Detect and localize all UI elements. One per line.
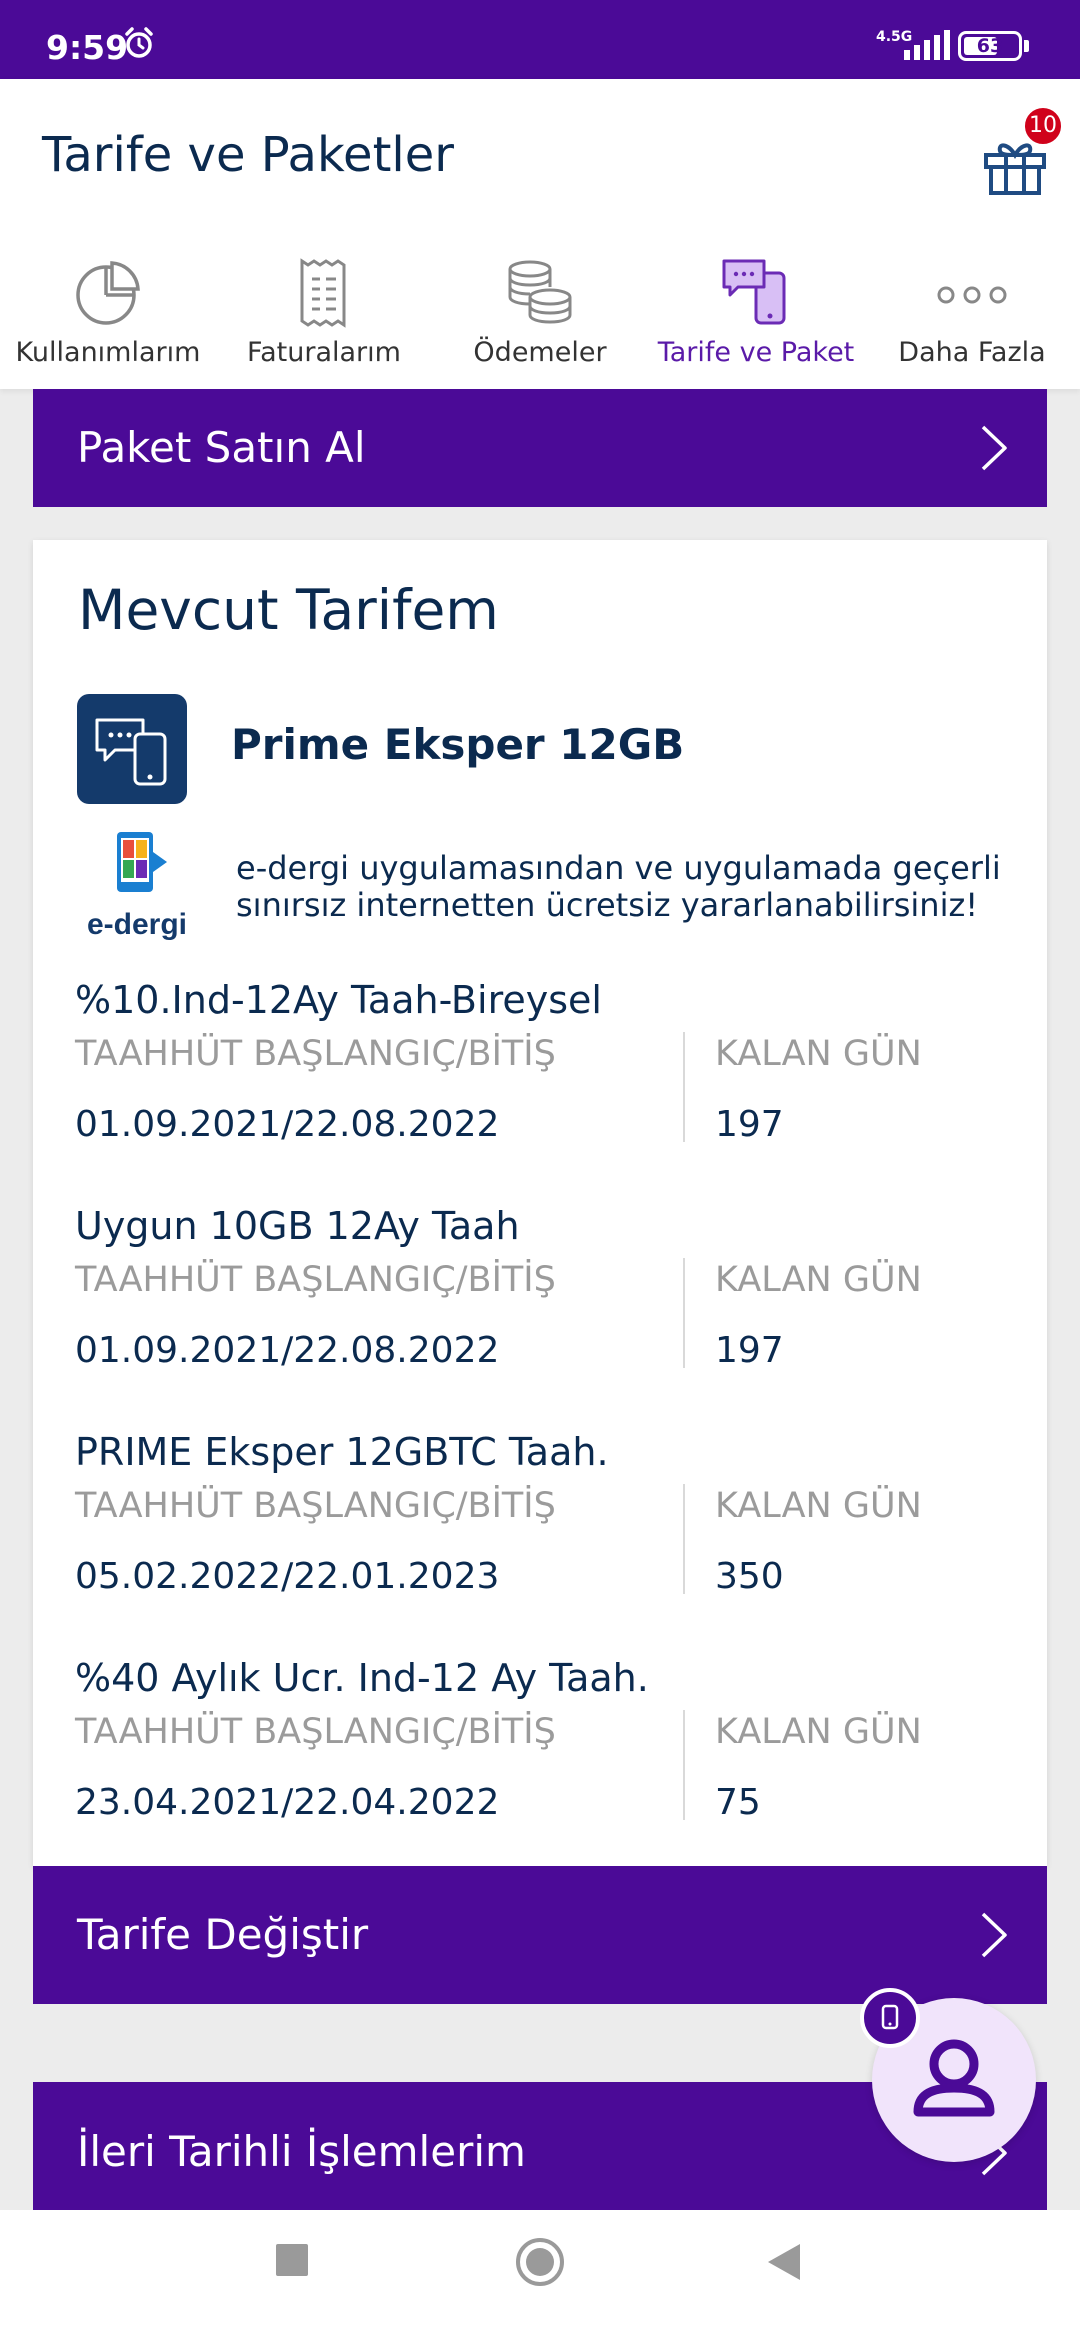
commitment-dates: 01.09.2021/22.08.2022 <box>75 1104 500 1145</box>
commitment-dates: 23.04.2021/22.04.2022 <box>75 1782 500 1823</box>
tab-odemeler[interactable]: Ödemeler <box>432 255 648 385</box>
divider <box>683 1484 685 1594</box>
commitment-dates: 05.02.2022/22.01.2023 <box>75 1556 500 1597</box>
status-time: 9:59 <box>46 28 129 67</box>
remaining-days: 197 <box>715 1330 784 1371</box>
alarm-icon <box>122 26 156 64</box>
card-title: Mevcut Tarifem <box>78 578 499 642</box>
battery-tip <box>1024 40 1029 52</box>
current-tariff-card: Mevcut Tarifem Prime Eksper 12GB e-dergi… <box>33 540 1047 1866</box>
commitment-dates-label: TAAHHÜT BAŞLANGIÇ/BİTİŞ <box>75 1486 556 1526</box>
divider <box>683 1258 685 1368</box>
tab-label: Ödemeler <box>473 337 607 368</box>
tab-daha-fazla[interactable]: Daha Fazla <box>864 255 1080 385</box>
commitment-name: %40 Aylık Ucr. Ind-12 Ay Taah. <box>75 1656 649 1700</box>
commitment-item: %40 Aylık Ucr. Ind-12 Ay Taah. TAAHHÜT B… <box>33 1656 1047 1876</box>
signal-icon <box>902 30 950 66</box>
more-icon <box>864 257 1080 337</box>
buy-package-button[interactable]: Paket Satın Al <box>33 389 1047 507</box>
tab-label: Tarife ve Paket <box>657 337 855 368</box>
chevron-right-icon <box>979 423 1009 477</box>
svg-text:e-dergi: e-dergi <box>87 908 187 941</box>
divider <box>683 1032 685 1142</box>
commitment-name: PRIME Eksper 12GBTC Taah. <box>75 1430 609 1474</box>
phone-chat-icon <box>648 257 864 337</box>
tab-label: Faturalarım <box>247 337 401 368</box>
commitment-item: Uygun 10GB 12Ay Taah TAAHHÜT BAŞLANGIÇ/B… <box>33 1204 1047 1424</box>
remaining-days-label: KALAN GÜN <box>715 1712 922 1752</box>
gift-badge: 10 <box>1022 105 1064 147</box>
remaining-days-label: KALAN GÜN <box>715 1486 922 1526</box>
commitment-dates-label: TAAHHÜT BAŞLANGIÇ/BİTİŞ <box>75 1034 556 1074</box>
change-tariff-label: Tarife Değiştir <box>77 1910 369 1959</box>
commitment-name: %10.Ind-12Ay Taah-Bireysel <box>75 978 602 1022</box>
tab-kullanimlarim[interactable]: Kullanımlarım <box>0 255 216 385</box>
header: Tarife ve Paketler 10 Kullanımlarım Fatu… <box>0 79 1080 389</box>
tariff-name: Prime Eksper 12GB <box>231 720 685 769</box>
commitment-name: Uygun 10GB 12Ay Taah <box>75 1204 520 1248</box>
commitment-dates-label: TAAHHÜT BAŞLANGIÇ/BİTİŞ <box>75 1260 556 1300</box>
change-tariff-button[interactable]: Tarife Değiştir <box>33 1866 1047 2004</box>
commitment-item: PRIME Eksper 12GBTC Taah. TAAHHÜT BAŞLAN… <box>33 1430 1047 1650</box>
tab-label: Kullanımlarım <box>15 337 201 368</box>
remaining-days: 75 <box>715 1782 761 1823</box>
coins-icon <box>432 257 648 337</box>
commitment-dates: 01.09.2021/22.08.2022 <box>75 1330 500 1371</box>
commitment-dates-label: TAAHHÜT BAŞLANGIÇ/BİTİŞ <box>75 1712 556 1752</box>
status-bar: 9:59 4.5G 63 <box>0 0 1080 79</box>
receipt-icon <box>216 257 432 337</box>
phone-icon <box>860 1988 920 2048</box>
remaining-days: 350 <box>715 1556 784 1597</box>
chevron-right-icon <box>979 1910 1009 1964</box>
edergi-description: e-dergi uygulamasından ve uygulamada geç… <box>236 849 1001 924</box>
back-button[interactable] <box>764 2240 804 2288</box>
future-transactions-label: İleri Tarihli İşlemlerim <box>77 2127 526 2176</box>
remaining-days: 197 <box>715 1104 784 1145</box>
system-navigation-bar <box>0 2210 1080 2340</box>
battery-icon: 63 <box>958 31 1022 61</box>
page-title: Tarife ve Paketler <box>42 127 454 183</box>
recents-button[interactable] <box>274 2240 312 2284</box>
buy-package-label: Paket Satın Al <box>77 423 366 472</box>
phone-chat-icon <box>77 694 187 804</box>
tab-tarife-ve-paket[interactable]: Tarife ve Paket <box>648 255 864 385</box>
home-button[interactable] <box>514 2236 566 2292</box>
remaining-days-label: KALAN GÜN <box>715 1260 922 1300</box>
battery-text: 63 <box>976 35 1004 57</box>
divider <box>683 1710 685 1820</box>
tab-faturalarim[interactable]: Faturalarım <box>216 255 432 385</box>
commitment-item: %10.Ind-12Ay Taah-Bireysel TAAHHÜT BAŞLA… <box>33 978 1047 1198</box>
tab-bar: Kullanımlarım Faturalarım Ödemeler Tarif… <box>0 255 1080 385</box>
tab-label: Daha Fazla <box>898 337 1046 368</box>
remaining-days-label: KALAN GÜN <box>715 1034 922 1074</box>
edergi-logo: e-dergi <box>77 830 197 946</box>
pie-chart-icon <box>0 257 216 337</box>
